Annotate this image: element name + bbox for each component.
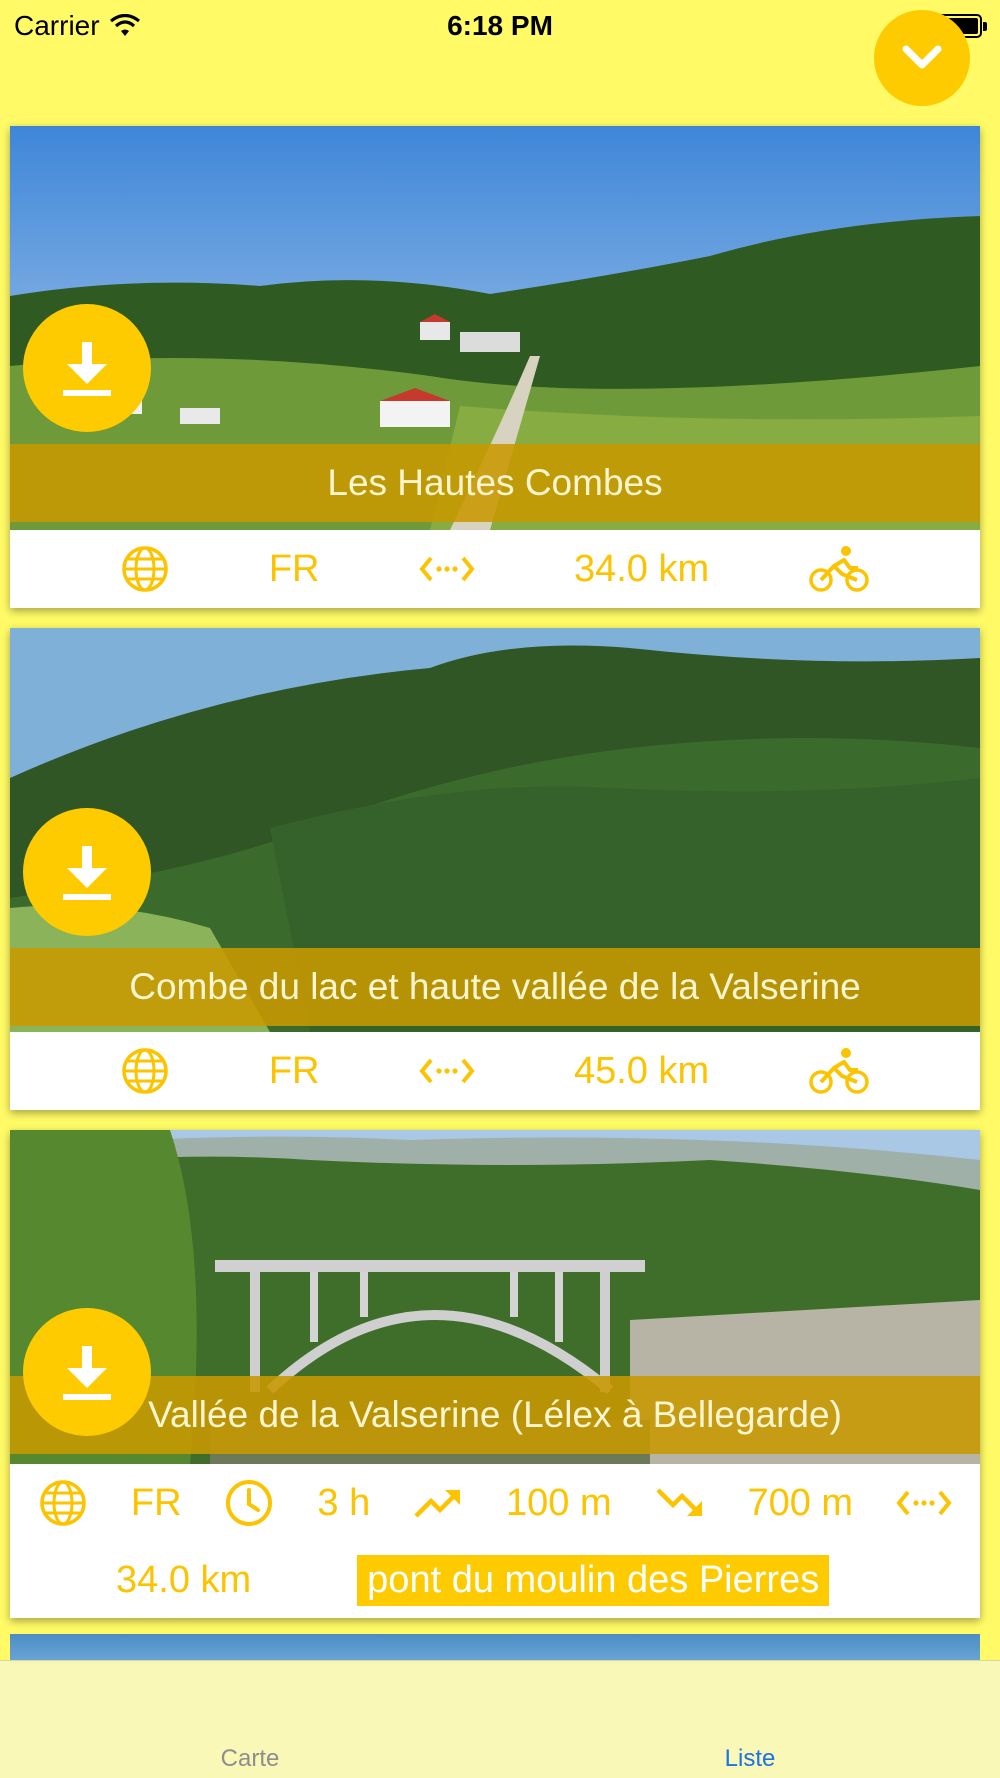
route-title: Vallée de la Valserine (Lélex à Bellegar…	[10, 1376, 980, 1454]
route-photo: Vallée de la Valserine (Lélex à Bellegar…	[10, 1130, 980, 1464]
duration-value: 3 h	[317, 1481, 371, 1524]
ascent-icon	[413, 1486, 463, 1520]
distance-icon	[896, 1488, 952, 1518]
route-list[interactable]: Les Hautes Combes FR 34.0 km Combe du la…	[10, 126, 980, 1638]
globe-icon	[120, 544, 170, 594]
route-card[interactable]: Les Hautes Combes FR 34.0 km	[10, 126, 980, 608]
tab-label: Liste	[724, 1745, 776, 1772]
ascent-value: 100 m	[506, 1481, 612, 1524]
route-tag: pont du moulin des Pierres	[357, 1554, 830, 1606]
route-title: Les Hautes Combes	[10, 444, 980, 522]
route-card[interactable]: Combe du lac et haute vallée de la Valse…	[10, 628, 980, 1110]
route-photo: Combe du lac et haute vallée de la Valse…	[10, 628, 980, 1032]
route-info-row: FR 45.0 km	[10, 1032, 980, 1110]
download-icon	[63, 342, 111, 396]
collapse-button[interactable]	[874, 10, 970, 106]
language-label: FR	[268, 547, 320, 590]
route-title: Combe du lac et haute vallée de la Valse…	[10, 948, 980, 1026]
distance-icon	[419, 554, 475, 584]
tab-label: Carte	[220, 1745, 280, 1772]
tab-bar: Carte Liste	[0, 1660, 1000, 1778]
download-button[interactable]	[23, 304, 151, 432]
distance-value: 34.0 km	[573, 547, 710, 590]
route-card[interactable]: Vallée de la Valserine (Lélex à Bellegar…	[10, 1130, 980, 1618]
status-time: 6:18 PM	[447, 10, 553, 41]
status-bar: Carrier 6:18 PM	[0, 0, 1000, 50]
route-info-row: FR 34.0 km	[10, 530, 980, 608]
chevron-down-icon	[902, 45, 942, 69]
download-button[interactable]	[23, 1308, 151, 1436]
bicycle-icon	[808, 544, 870, 594]
tab-carte[interactable]: Carte	[0, 1661, 500, 1778]
download-icon	[63, 846, 111, 900]
globe-icon	[38, 1478, 88, 1528]
route-photo: Les Hautes Combes	[10, 126, 980, 530]
globe-icon	[120, 1046, 170, 1096]
route-info-row: FR 3 h 100 m 700 m	[10, 1464, 980, 1542]
download-button[interactable]	[23, 808, 151, 936]
distance-value: 34.0 km	[116, 1558, 252, 1601]
distance-value: 45.0 km	[573, 1049, 710, 1092]
route-info-row-secondary: 34.0 km pont du moulin des Pierres	[10, 1542, 980, 1618]
descent-value: 700 m	[747, 1481, 854, 1524]
tab-liste[interactable]: Liste	[500, 1661, 1000, 1778]
language-label: FR	[268, 1049, 320, 1092]
clock-icon	[224, 1478, 274, 1528]
bicycle-icon	[808, 1046, 870, 1096]
descent-icon	[655, 1486, 705, 1520]
distance-icon	[419, 1056, 475, 1086]
download-icon	[63, 1346, 111, 1400]
language-label: FR	[130, 1481, 182, 1524]
